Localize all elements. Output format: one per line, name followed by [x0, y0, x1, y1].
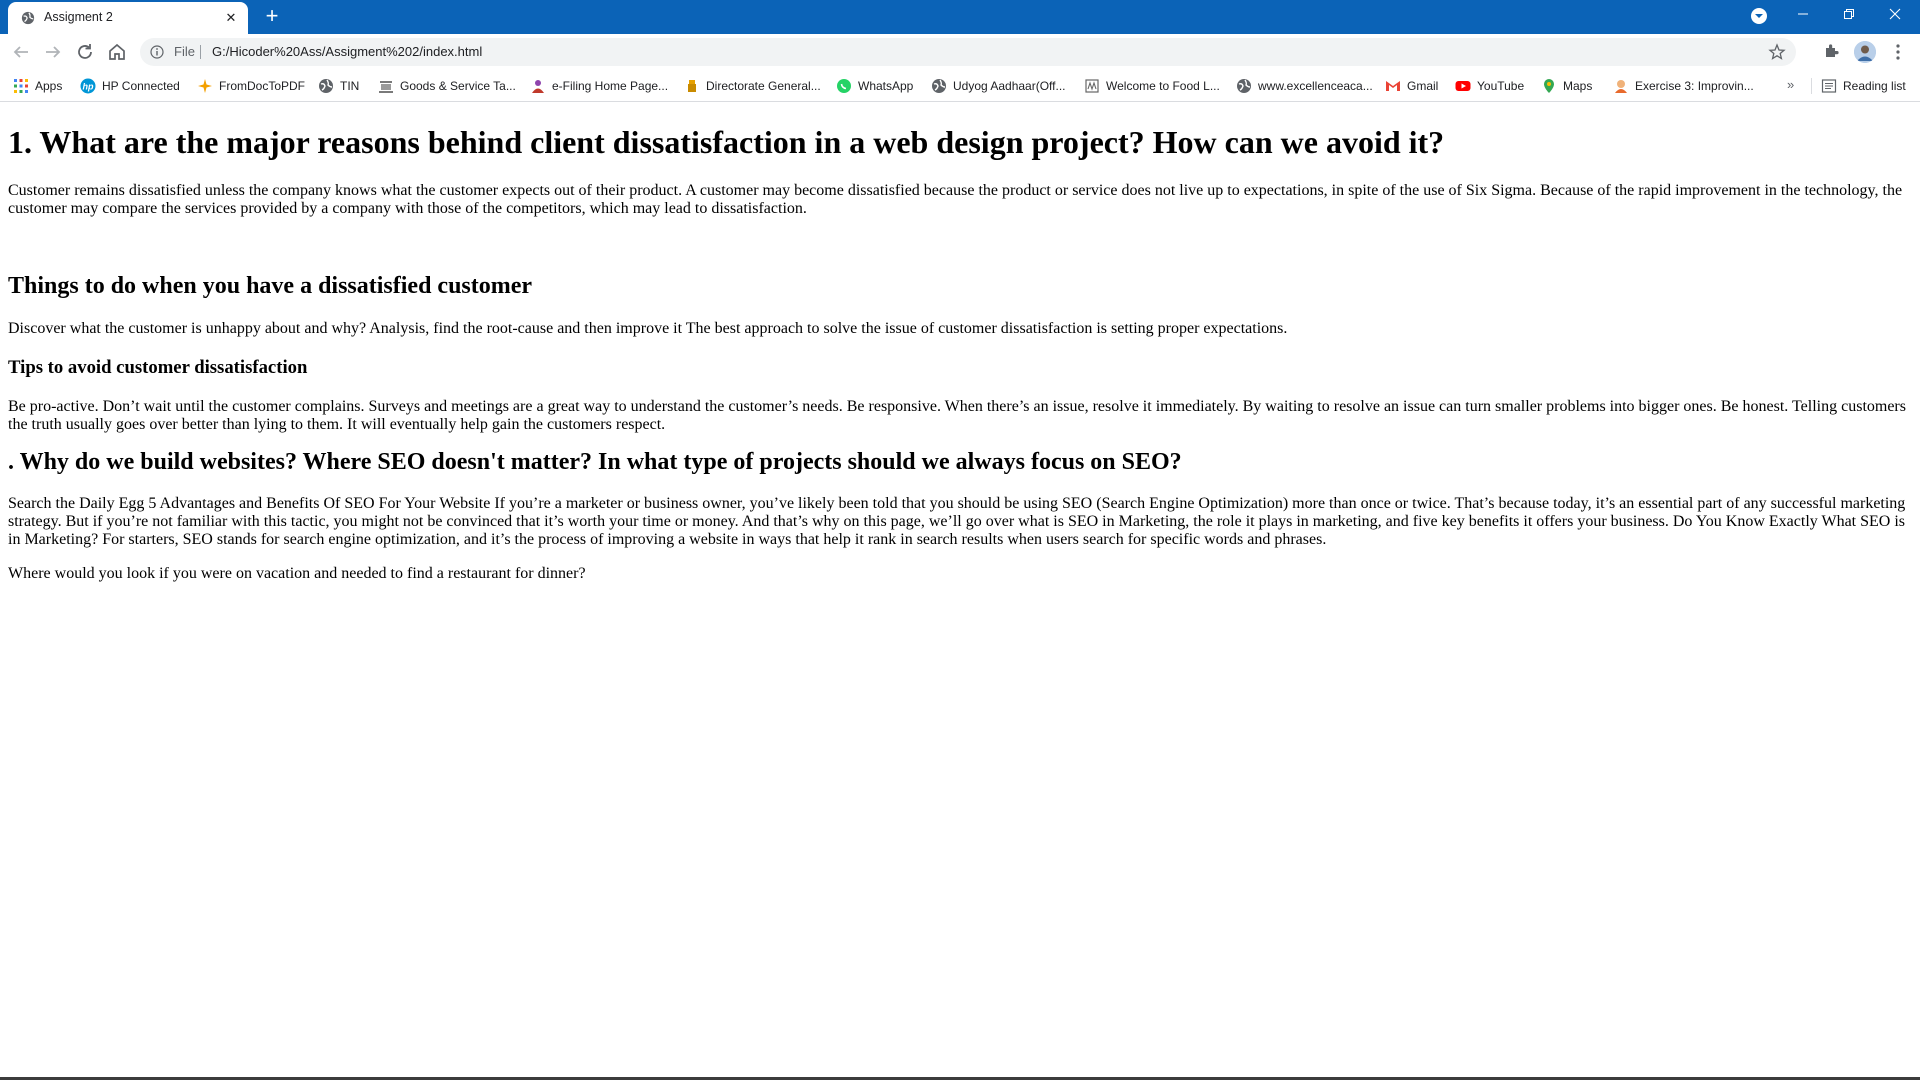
bookmark-hp-connected[interactable]: hp HP Connected [80, 76, 180, 96]
bookmark-label: www.excellenceaca... [1258, 79, 1373, 93]
bookmark-gmail[interactable]: Gmail [1385, 76, 1438, 96]
bookmark-label: Welcome to Food L... [1106, 79, 1220, 93]
page-content: 1. What are the major reasons behind cli… [0, 103, 1920, 1078]
directorate-icon [688, 80, 696, 92]
close-window-icon[interactable] [1872, 0, 1918, 30]
back-arrow-icon[interactable] [9, 40, 33, 64]
bookmark-star-icon[interactable] [1768, 43, 1786, 61]
address-divider [200, 45, 201, 59]
bookmark-directorate-general[interactable]: Directorate General... [684, 76, 821, 96]
food-license-icon [1085, 79, 1099, 93]
bookmark-label: Maps [1563, 79, 1593, 93]
bookmark-label: Directorate General... [706, 79, 821, 93]
bookmark-label: WhatsApp [858, 79, 914, 93]
bookmark-udyog-aadhaar[interactable]: Udyog Aadhaar(Off... [931, 76, 1066, 96]
extensions-puzzle-icon[interactable] [1823, 42, 1841, 60]
globe-icon [932, 79, 946, 93]
bookmark-label: Apps [35, 79, 63, 93]
address-bar[interactable]: File G:/Hicoder%20Ass/Assigment%202/inde… [140, 38, 1796, 66]
efiling-icon [532, 80, 544, 93]
fromdoctopdf-icon [198, 79, 212, 93]
browser-title-bar: Assigment 2 ✕ + [0, 0, 1920, 34]
whatsapp-icon [837, 79, 851, 93]
bookmark-label: YouTube [1477, 79, 1525, 93]
bookmark-label: FromDocToPDF [219, 79, 306, 93]
bookmark-label: TIN [340, 79, 360, 93]
paragraph-dissatisfaction: Customer remains dissatisfied unless the… [8, 182, 1903, 217]
bookmark-maps[interactable]: Maps [1541, 76, 1592, 96]
more-vert-icon[interactable] [1890, 42, 1906, 62]
restore-icon[interactable] [1826, 0, 1872, 30]
bookmark-food-license[interactable]: Welcome to Food L... [1084, 76, 1220, 96]
forward-arrow-icon[interactable] [41, 40, 65, 64]
minimize-icon[interactable] [1780, 0, 1826, 30]
bookmark-apps[interactable]: Apps [13, 76, 62, 96]
bookmark-label: HP Connected [102, 79, 180, 93]
bookmark-youtube[interactable]: YouTube [1455, 76, 1524, 96]
bookmark-label: Gmail [1407, 79, 1439, 93]
reload-icon[interactable] [73, 40, 97, 64]
bookmark-label: Goods & Service Ta... [400, 79, 516, 93]
close-tab-icon[interactable]: ✕ [222, 9, 240, 27]
bookmark-fromdoctopdf[interactable]: FromDocToPDF [197, 76, 305, 96]
paragraph-discover: Discover what the customer is unhappy ab… [8, 320, 1288, 337]
bookmark-gst[interactable]: Goods & Service Ta... [378, 76, 516, 96]
gmail-icon [1386, 81, 1400, 91]
hp-logo-icon: hp [80, 78, 96, 94]
page-heading-q1: 1. What are the major reasons behind cli… [8, 124, 1445, 160]
reading-list-button[interactable]: Reading list [1821, 76, 1906, 96]
svg-text:hp: hp [83, 81, 94, 91]
paragraph-tips: Be pro-active. Don’t wait until the cust… [8, 398, 1906, 433]
home-icon[interactable] [105, 40, 129, 64]
downloads-icon[interactable] [1750, 7, 1768, 25]
paragraph-vacation: Where would you look if you were on vaca… [8, 565, 586, 582]
new-tab-button[interactable]: + [260, 5, 284, 29]
heading-tips: Tips to avoid customer dissatisfaction [8, 357, 308, 378]
bookmarks-divider [1811, 78, 1812, 94]
globe-icon [319, 79, 333, 93]
more-bookmarks-button[interactable]: » [1787, 77, 1794, 92]
paragraph-seo: Search the Daily Egg 5 Advantages and Be… [8, 495, 1906, 548]
globe-icon [21, 11, 35, 25]
bookmark-tin[interactable]: TIN [318, 76, 359, 96]
bookmarks-bar: Apps hp HP Connected FromDocToPDF TIN Go… [0, 70, 1920, 102]
bookmark-whatsapp[interactable]: WhatsApp [836, 76, 913, 96]
heading-dissatisfied-customer: Things to do when you have a dissatisfie… [8, 273, 533, 299]
reading-list-label: Reading list [1843, 79, 1906, 93]
bookmark-label: Exercise 3: Improvin... [1635, 79, 1754, 93]
bookmark-excellence[interactable]: www.excellenceaca... [1236, 76, 1373, 96]
profile-avatar[interactable] [1854, 41, 1876, 63]
browser-toolbar: File G:/Hicoder%20Ass/Assigment%202/inde… [0, 34, 1920, 70]
heading-q2-seo: . Why do we build websites? Where SEO do… [8, 449, 1182, 475]
url-text[interactable]: G:/Hicoder%20Ass/Assigment%202/index.htm… [212, 44, 482, 59]
bookmark-label: Udyog Aadhaar(Off... [953, 79, 1066, 93]
gst-emblem-icon [379, 81, 393, 93]
browser-tab[interactable]: Assigment 2 ✕ [8, 2, 248, 34]
bookmark-exercise-3[interactable]: Exercise 3: Improvin... [1613, 76, 1754, 96]
info-icon[interactable] [150, 45, 164, 59]
maps-pin-icon [1544, 79, 1554, 93]
tab-title: Assigment 2 [44, 10, 113, 24]
bookmark-label: e-Filing Home Page... [552, 79, 669, 93]
scheme-label: File [174, 44, 195, 59]
globe-icon [1237, 79, 1251, 93]
youtube-icon [1455, 81, 1471, 91]
bookmark-efiling[interactable]: e-Filing Home Page... [530, 76, 668, 96]
exercise-icon [1615, 80, 1627, 93]
reading-list-icon [1821, 79, 1837, 93]
apps-grid-icon [14, 79, 28, 93]
